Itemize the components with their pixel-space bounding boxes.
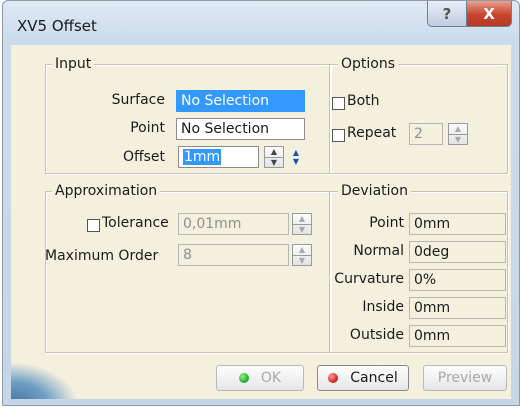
ok-dot-icon (238, 373, 249, 383)
repeat-field[interactable]: 2 (409, 123, 443, 145)
tolerance-label: Tolerance (102, 215, 169, 231)
offset-value: 1mm (183, 149, 222, 165)
deviation-outside-value: 0mm (409, 325, 506, 347)
tolerance-checkbox[interactable] (87, 219, 100, 232)
max-order-spinner[interactable]: ▲ ▼ (292, 244, 312, 266)
both-checkbox[interactable] (332, 97, 345, 110)
offset-label: Offset (122, 149, 165, 165)
ok-label: OK (260, 370, 282, 386)
help-button[interactable]: ? (427, 1, 467, 27)
offset-dialog: XV5 Offset ? X Input Surface No Selectio… (2, 0, 520, 406)
cancel-dot-icon (328, 373, 339, 383)
offset-field[interactable]: 1mm (178, 146, 259, 168)
repeat-checkbox[interactable] (332, 129, 345, 142)
repeat-spinner[interactable]: ▲ ▼ (448, 123, 468, 145)
deviation-legend: Deviation (338, 183, 411, 199)
offset-step-icon[interactable]: ▲ ▼ (287, 146, 305, 168)
preview-label: Preview (437, 370, 493, 386)
offset-spinner[interactable]: ▲ ▼ (264, 146, 284, 168)
surface-label: Surface (111, 92, 165, 108)
options-legend: Options (338, 56, 399, 72)
app-logo-icon (11, 363, 77, 399)
deviation-inside-value: 0mm (409, 297, 506, 319)
spin-down-icon[interactable]: ▼ (293, 224, 311, 235)
spin-up-icon[interactable]: ▲ (265, 147, 283, 157)
deviation-point-value: 0mm (409, 213, 506, 235)
deviation-normal-label: Normal (353, 243, 404, 259)
surface-field[interactable]: No Selection (176, 90, 305, 112)
deviation-point-label: Point (369, 215, 404, 231)
tolerance-field[interactable]: 0,01mm (178, 213, 289, 235)
spin-up-icon[interactable]: ▲ (293, 245, 311, 255)
both-label: Both (347, 93, 380, 109)
max-order-label: Maximum Order (45, 248, 159, 264)
deviation-normal-value: 0deg (409, 241, 506, 263)
spin-up-icon[interactable]: ▲ (449, 124, 467, 134)
deviation-curvature-label: Curvature (334, 271, 404, 287)
deviation-outside-label: Outside (349, 327, 404, 343)
ok-button[interactable]: OK (216, 365, 304, 391)
cancel-button[interactable]: Cancel (317, 365, 409, 391)
preview-button[interactable]: Preview (423, 365, 507, 391)
dialog-client-area: Input Surface No Selection Point No Sele… (11, 45, 511, 399)
window-title: XV5 Offset (17, 17, 97, 35)
point-label: Point (130, 120, 165, 136)
spin-down-icon[interactable]: ▼ (293, 255, 311, 266)
repeat-label: Repeat (347, 125, 397, 141)
approximation-legend: Approximation (52, 183, 161, 199)
max-order-field[interactable]: 8 (178, 244, 289, 266)
point-field[interactable]: No Selection (176, 118, 305, 140)
deviation-inside-label: Inside (362, 299, 404, 315)
spin-up-icon[interactable]: ▲ (293, 214, 311, 224)
tolerance-spinner[interactable]: ▲ ▼ (292, 213, 312, 235)
close-button[interactable]: X (466, 1, 512, 27)
spin-down-icon[interactable]: ▼ (449, 134, 467, 145)
input-legend: Input (52, 56, 95, 72)
options-group: Options (329, 56, 508, 174)
spin-down-icon[interactable]: ▼ (265, 157, 283, 168)
cancel-label: Cancel (350, 370, 398, 386)
deviation-curvature-value: 0% (409, 269, 506, 291)
